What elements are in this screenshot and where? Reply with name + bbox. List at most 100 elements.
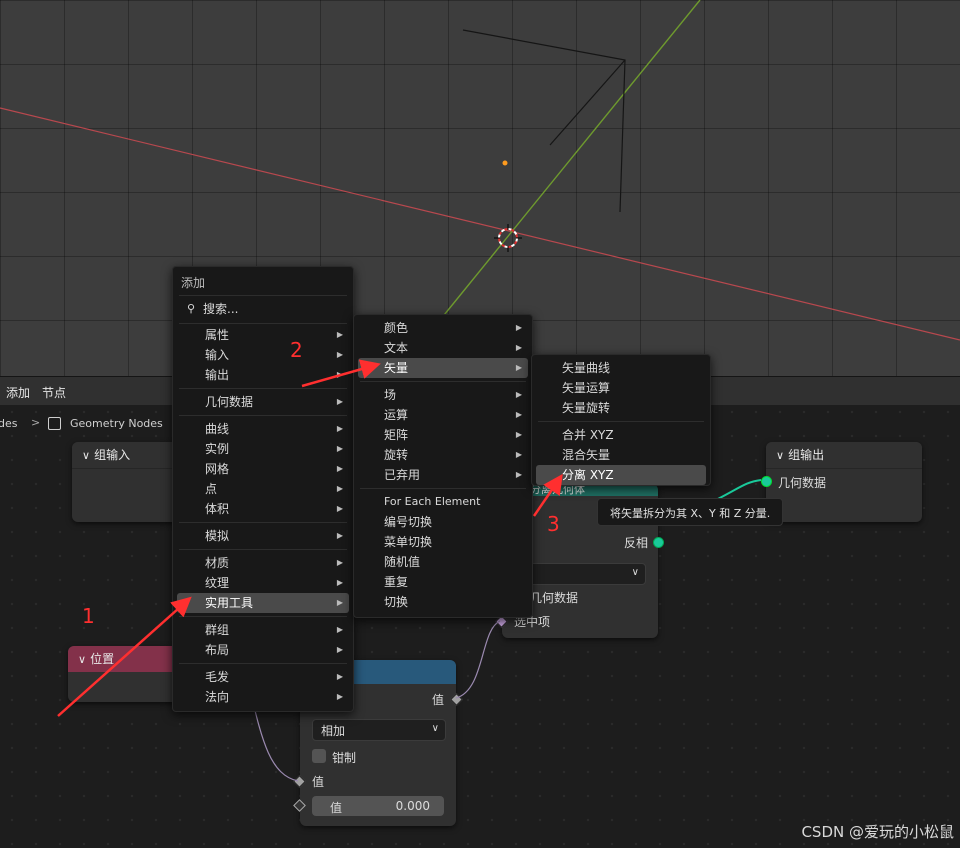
menu-item-material[interactable]: 材质 ▶ (177, 553, 349, 573)
submenu-arrow-icon: ▶ (336, 672, 343, 681)
node-title: 位置 (90, 652, 115, 666)
menu-item-combine-xyz[interactable]: 合并 XYZ (536, 425, 706, 445)
value-field[interactable]: 值 0.000 (312, 796, 444, 816)
node-title: 组输入 (94, 448, 131, 462)
collapse-chevron-icon[interactable]: ∨ (78, 653, 86, 666)
input-value-label: 值 (312, 775, 325, 789)
submenu-arrow-icon: ▶ (336, 558, 343, 567)
submenu-arrow-icon: ▶ (336, 397, 343, 406)
invert-socket[interactable] (653, 537, 664, 548)
output-value-label: 值 (431, 693, 444, 707)
menu-node[interactable]: 节点 (42, 384, 66, 401)
submenu-arrow-icon: ▶ (515, 410, 522, 419)
menu-item-index-switch[interactable]: 编号切换 (358, 512, 528, 532)
geometry-label: 几何数据 (530, 591, 579, 605)
watermark: CSDN @爱玩的小松鼠 (801, 823, 954, 841)
menu-item-layout[interactable]: 布局 ▶ (177, 640, 349, 660)
menu-item-vector[interactable]: 矢量 ▶ (358, 358, 528, 378)
menu-item-group[interactable]: 群组 ▶ (177, 620, 349, 640)
position-node[interactable]: ∨ 位置 (68, 646, 178, 702)
submenu-arrow-icon: ▶ (336, 424, 343, 433)
socket-label: 几何数据 (778, 476, 827, 490)
menu-item-geometry[interactable]: 几何数据 ▶ (177, 392, 349, 412)
geometry-socket-input[interactable] (761, 476, 772, 487)
menu-item-separate-xyz[interactable]: 分离 XYZ (536, 465, 706, 485)
clamp-label: 钳制 (332, 751, 357, 765)
submenu-arrow-icon: ▶ (515, 363, 522, 372)
menu-item-rotation[interactable]: 旋转 ▶ (358, 445, 528, 465)
clamp-checkbox[interactable] (312, 749, 326, 763)
submenu-arrow-icon: ▶ (336, 692, 343, 701)
search-label: 搜索... (203, 302, 239, 316)
menu-item-switch[interactable]: 切换 (358, 592, 528, 612)
menu-item-curve[interactable]: 曲线 ▶ (177, 419, 349, 439)
menu-item-vector-curves[interactable]: 矢量曲线 (536, 358, 706, 378)
menu-item-instances[interactable]: 实例 ▶ (177, 439, 349, 459)
value-field-number: 0.000 (395, 799, 430, 813)
collapse-chevron-icon[interactable]: ∨ (776, 449, 784, 462)
group-output-node[interactable]: ∨ 组输出 几何数据 (766, 442, 922, 522)
menu-item-mesh[interactable]: 网格 ▶ (177, 459, 349, 479)
utilities-submenu: 颜色 ▶ 文本 ▶ 矢量 ▶ 场 ▶ 运算 ▶ 矩阵 ▶ 旋转 ▶ 已弃用 ▶ For Each… (353, 314, 533, 618)
menu-item-mix-vector[interactable]: 混合矢量 (536, 445, 706, 465)
submenu-arrow-icon: ▶ (515, 390, 522, 399)
menu-item-vector-rotate[interactable]: 矢量旋转 (536, 398, 706, 418)
submenu-arrow-icon: ▶ (336, 625, 343, 634)
submenu-arrow-icon: ▶ (336, 531, 343, 540)
menu-item-texture[interactable]: 纹理 ▶ (177, 573, 349, 593)
submenu-arrow-icon: ▶ (336, 484, 343, 493)
menu-item-normal[interactable]: 法向 ▶ (177, 687, 349, 707)
node-title: 组输出 (788, 448, 825, 462)
menu-item-random-value[interactable]: 随机值 (358, 552, 528, 572)
menu-item-attribute[interactable]: 属性 ▶ (177, 325, 349, 345)
collapse-chevron-icon[interactable]: ∨ (82, 449, 90, 462)
menu-item-repeat[interactable]: 重复 (358, 572, 528, 592)
invert-label: 反相 (623, 536, 648, 550)
menu-item-input[interactable]: 输入 ▶ (177, 345, 349, 365)
menu-item-vector-math[interactable]: 矢量运算 (536, 378, 706, 398)
value-field-label: 值 (330, 801, 343, 815)
breadcrumb-prev[interactable]: des (0, 417, 17, 430)
operation-value: 相加 (321, 724, 346, 738)
menu-item-volume[interactable]: 体积 ▶ (177, 499, 349, 519)
search-item[interactable]: ⚲ 搜索... (177, 299, 349, 319)
chevron-down-icon: ∨ (431, 723, 439, 734)
menu-title: 添加 (181, 276, 206, 290)
domain-dropdown[interactable]: ∨ (518, 563, 646, 585)
origin-dot (502, 160, 508, 166)
menu-item-point[interactable]: 点 ▶ (177, 479, 349, 499)
menu-item-field[interactable]: 场 ▶ (358, 385, 528, 405)
tooltip-text: 将矢量拆分为其 X、Y 和 Z 分量. (610, 507, 771, 520)
menu-add[interactable]: 添加 (6, 384, 30, 401)
menu-item-matrix[interactable]: 矩阵 ▶ (358, 425, 528, 445)
annotation-label-3: 3 (547, 512, 560, 536)
menu-item-menu-switch[interactable]: 菜单切换 (358, 532, 528, 552)
submenu-arrow-icon: ▶ (336, 370, 343, 379)
menu-item-color[interactable]: 颜色 ▶ (358, 318, 528, 338)
menu-item-text[interactable]: 文本 ▶ (358, 338, 528, 358)
menu-item-for-each[interactable]: For Each Element (358, 492, 528, 512)
submenu-arrow-icon: ▶ (336, 444, 343, 453)
submenu-arrow-icon: ▶ (515, 323, 522, 332)
operation-dropdown[interactable]: 相加 ∨ (312, 719, 446, 741)
group-input-node[interactable]: ∨ 组输入 (72, 442, 182, 522)
menu-item-deprecated[interactable]: 已弃用 ▶ (358, 465, 528, 485)
submenu-arrow-icon: ▶ (336, 504, 343, 513)
submenu-arrow-icon: ▶ (515, 343, 522, 352)
menu-item-simulation[interactable]: 模拟 ▶ (177, 526, 349, 546)
y-axis-line (439, 0, 701, 321)
node-header[interactable]: ∨ 位置 (68, 646, 178, 672)
menu-item-utilities[interactable]: 实用工具 ▶ (177, 593, 349, 613)
submenu-arrow-icon: ▶ (336, 464, 343, 473)
menu-item-hair[interactable]: 毛发 ▶ (177, 667, 349, 687)
submenu-arrow-icon: ▶ (336, 578, 343, 587)
menu-item-output[interactable]: 输出 ▶ (177, 365, 349, 385)
node-header[interactable]: ∨ 组输出 (766, 442, 922, 469)
menu-item-math[interactable]: 运算 ▶ (358, 405, 528, 425)
submenu-arrow-icon: ▶ (336, 330, 343, 339)
submenu-arrow-icon: ▶ (336, 598, 343, 607)
add-menu: 添加 ⚲ 搜索... 属性 ▶ 输入 ▶ 输出 ▶ 几何数据 ▶ 曲线 ▶ 实例 ▶ 网格 ▶… (172, 266, 354, 712)
node-header[interactable]: ∨ 组输入 (72, 442, 182, 469)
submenu-arrow-icon: ▶ (515, 470, 522, 479)
tooltip: 将矢量拆分为其 X、Y 和 Z 分量. (597, 498, 783, 526)
